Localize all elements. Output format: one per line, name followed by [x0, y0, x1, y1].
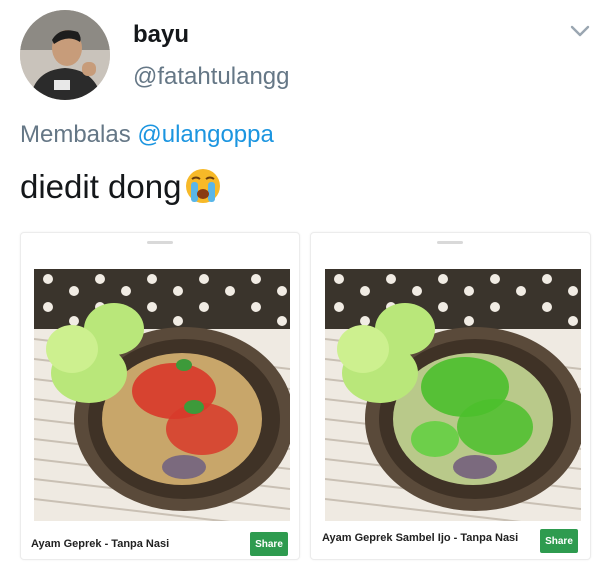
product-title[interactable]: Ayam Geprek - Tanpa Nasi: [31, 538, 169, 550]
drag-handle[interactable]: [437, 241, 463, 244]
reply-context: Membalas @ulangoppa: [20, 121, 274, 149]
user-handle[interactable]: @fatahtulangg: [133, 63, 289, 91]
product-card[interactable]: Ayam Geprek Sambel Ijo - Tanpa Nasi Shar…: [310, 232, 591, 560]
product-photo: [34, 269, 290, 521]
product-card[interactable]: Ayam Geprek - Tanpa Nasi Share: [20, 232, 300, 560]
share-button[interactable]: Share: [540, 529, 578, 553]
reply-mention-link[interactable]: @ulangoppa: [137, 121, 273, 148]
product-photo: [325, 269, 581, 521]
tweet-text: diedit dong: [20, 165, 223, 207]
user-name[interactable]: bayu: [133, 21, 189, 49]
avatar[interactable]: [20, 10, 110, 100]
product-title[interactable]: Ayam Geprek Sambel Ijo - Tanpa Nasi: [322, 532, 518, 544]
reply-prefix: Membalas: [20, 121, 138, 148]
loudly-crying-face-icon: [183, 165, 223, 205]
tweet-body: diedit dong: [20, 168, 182, 205]
chevron-down-icon[interactable]: [570, 24, 590, 38]
share-button[interactable]: Share: [250, 532, 288, 556]
drag-handle[interactable]: [147, 241, 173, 244]
